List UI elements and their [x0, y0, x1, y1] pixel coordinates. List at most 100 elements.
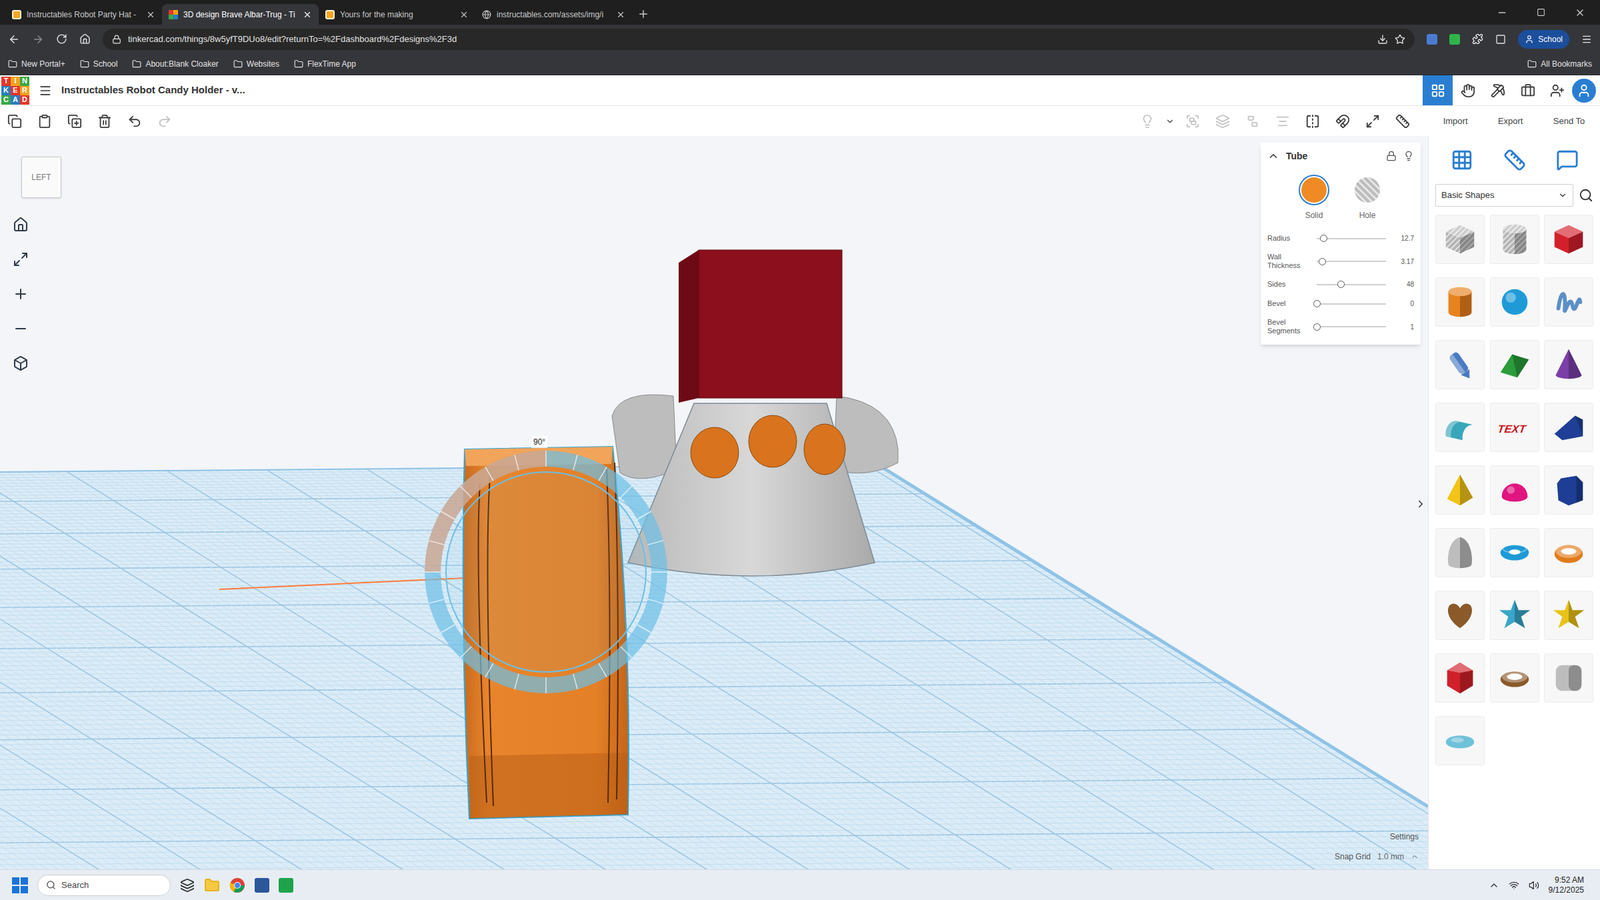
toolbar-button[interactable] — [32, 109, 57, 134]
shape-tile[interactable] — [1544, 402, 1594, 452]
shape-tile[interactable] — [1435, 277, 1485, 327]
param-slider[interactable] — [1316, 256, 1386, 266]
shape-tile[interactable] — [1435, 340, 1485, 390]
bookmark-item[interactable]: Websites — [233, 58, 280, 70]
browser-tab[interactable]: 3D design Brave Albar-Trug - Ti — [162, 4, 319, 25]
shape-tile[interactable] — [1490, 340, 1540, 390]
chrome-menu-icon[interactable] — [1581, 34, 1592, 45]
shape-tile[interactable] — [1544, 340, 1594, 390]
toolbar-button[interactable] — [122, 109, 147, 134]
toolbar-button[interactable] — [1330, 109, 1355, 134]
notes-tool-icon[interactable] — [1556, 148, 1579, 172]
extension-icon[interactable] — [1449, 34, 1460, 45]
param-slider[interactable] — [1316, 322, 1386, 332]
bookmark-item[interactable]: New Portal+ — [8, 58, 66, 70]
shape-tile[interactable]: TEXT — [1490, 402, 1540, 452]
search-icon[interactable] — [1578, 188, 1594, 203]
view-control-button[interactable] — [7, 211, 34, 238]
close-tab-icon[interactable] — [146, 10, 156, 20]
home-icon[interactable] — [79, 33, 91, 45]
toolbar-button[interactable] — [1390, 109, 1415, 134]
toolbar-button[interactable] — [1300, 109, 1325, 134]
browser-tab[interactable]: Instructables Robot Party Hat - — [5, 4, 162, 25]
toolbar-button[interactable] — [2, 109, 27, 134]
green-app-icon[interactable] — [278, 878, 294, 893]
shape-tile[interactable] — [1490, 277, 1540, 327]
bookmark-star-icon[interactable] — [1394, 34, 1406, 45]
close-tab-icon[interactable] — [459, 10, 469, 20]
address-bar[interactable]: tinkercad.com/things/8w5yfT9DUo8/edit?re… — [102, 28, 1415, 50]
install-icon[interactable] — [1377, 34, 1388, 45]
tray-overflow-icon[interactable] — [1488, 880, 1500, 891]
shape-tile[interactable] — [1490, 590, 1540, 640]
snap-grid[interactable]: Snap Grid1.0 mm — [1334, 850, 1419, 863]
word-icon[interactable] — [254, 878, 270, 893]
task-view-icon[interactable] — [180, 878, 195, 893]
shape-tile[interactable] — [1435, 402, 1485, 452]
avatar[interactable] — [1572, 78, 1596, 103]
toolbar-button[interactable] — [1165, 109, 1175, 134]
invite-icon[interactable] — [1550, 83, 1565, 98]
shape-tile[interactable] — [1490, 653, 1540, 703]
workplane-canvas[interactable] — [0, 136, 1428, 870]
toolbar-button[interactable] — [62, 109, 87, 134]
shape-tile[interactable] — [1435, 465, 1485, 515]
view-mode-button[interactable] — [1422, 75, 1453, 106]
shape-tile[interactable] — [1544, 465, 1594, 515]
close-window-icon[interactable] — [1574, 7, 1586, 18]
param-slider[interactable] — [1316, 234, 1386, 244]
workplane-tool-icon[interactable] — [1450, 148, 1474, 172]
new-tab-icon[interactable] — [637, 8, 650, 20]
action-button[interactable]: Import — [1439, 112, 1472, 131]
canvas[interactable]: LEFT90°TubeSolidHoleRadius12.7Wall Thick… — [0, 136, 1428, 870]
back-icon[interactable] — [8, 33, 20, 46]
extensions-icon[interactable] — [1472, 33, 1484, 45]
start-button[interactable] — [12, 877, 28, 894]
shape-tile[interactable] — [1435, 716, 1485, 766]
view-control-button[interactable] — [7, 315, 34, 342]
bookmark-item[interactable]: FlexTime App — [294, 58, 356, 70]
view-control-button[interactable] — [7, 246, 34, 273]
design-menu-icon[interactable] — [38, 84, 52, 98]
mode-option[interactable]: Solid — [1298, 174, 1330, 222]
all-bookmarks[interactable]: All Bookmarks — [1527, 58, 1592, 70]
network-icon[interactable] — [1508, 880, 1520, 891]
browser-tab[interactable]: Yours for the making — [318, 4, 476, 25]
maximize-icon[interactable] — [1536, 8, 1546, 17]
action-button[interactable]: Send To — [1549, 112, 1589, 131]
shape-tile[interactable] — [1490, 214, 1540, 264]
settings-link[interactable]: Settings — [1390, 830, 1419, 843]
shape-tile[interactable] — [1490, 465, 1540, 515]
view-mode-button[interactable] — [1452, 75, 1483, 106]
browser-tab[interactable]: instructables.com/assets/img/i — [475, 4, 632, 25]
extension-icon[interactable] — [1426, 34, 1438, 45]
rotation-ring[interactable] — [424, 450, 668, 694]
view-cube[interactable]: LEFT — [21, 156, 62, 198]
forward-icon[interactable] — [32, 33, 44, 46]
param-value[interactable]: 48 — [1391, 279, 1414, 290]
visibility-icon[interactable] — [1403, 150, 1414, 162]
view-control-button[interactable] — [7, 280, 34, 308]
file-explorer-icon[interactable] — [204, 877, 220, 894]
ruler-tool-icon[interactable] — [1503, 148, 1526, 172]
profile-button[interactable]: School — [1518, 30, 1570, 49]
taskbar-search[interactable]: Search — [37, 874, 171, 896]
collapse-icon[interactable] — [1267, 150, 1280, 162]
param-slider[interactable] — [1316, 299, 1386, 309]
param-value[interactable]: 1 — [1391, 322, 1414, 332]
close-tab-icon[interactable] — [616, 10, 626, 20]
chrome-icon[interactable] — [229, 877, 246, 894]
site-info-icon[interactable] — [112, 34, 122, 44]
param-value[interactable]: 3.17 — [1391, 256, 1414, 267]
shape-tile[interactable] — [1490, 528, 1540, 578]
param-value[interactable]: 12.7 — [1391, 233, 1414, 244]
mode-option[interactable]: Hole — [1352, 174, 1383, 222]
param-slider[interactable] — [1316, 280, 1386, 290]
shape-tile[interactable] — [1435, 590, 1485, 640]
collapse-panel-icon[interactable] — [1414, 498, 1427, 510]
bookmark-item[interactable]: About:Blank Cloaker — [132, 58, 218, 70]
shape-tile[interactable] — [1435, 653, 1485, 703]
minimize-icon[interactable] — [1496, 7, 1508, 18]
action-button[interactable]: Export — [1494, 112, 1528, 131]
design-title[interactable]: Instructables Robot Candy Holder - v... — [61, 82, 246, 98]
